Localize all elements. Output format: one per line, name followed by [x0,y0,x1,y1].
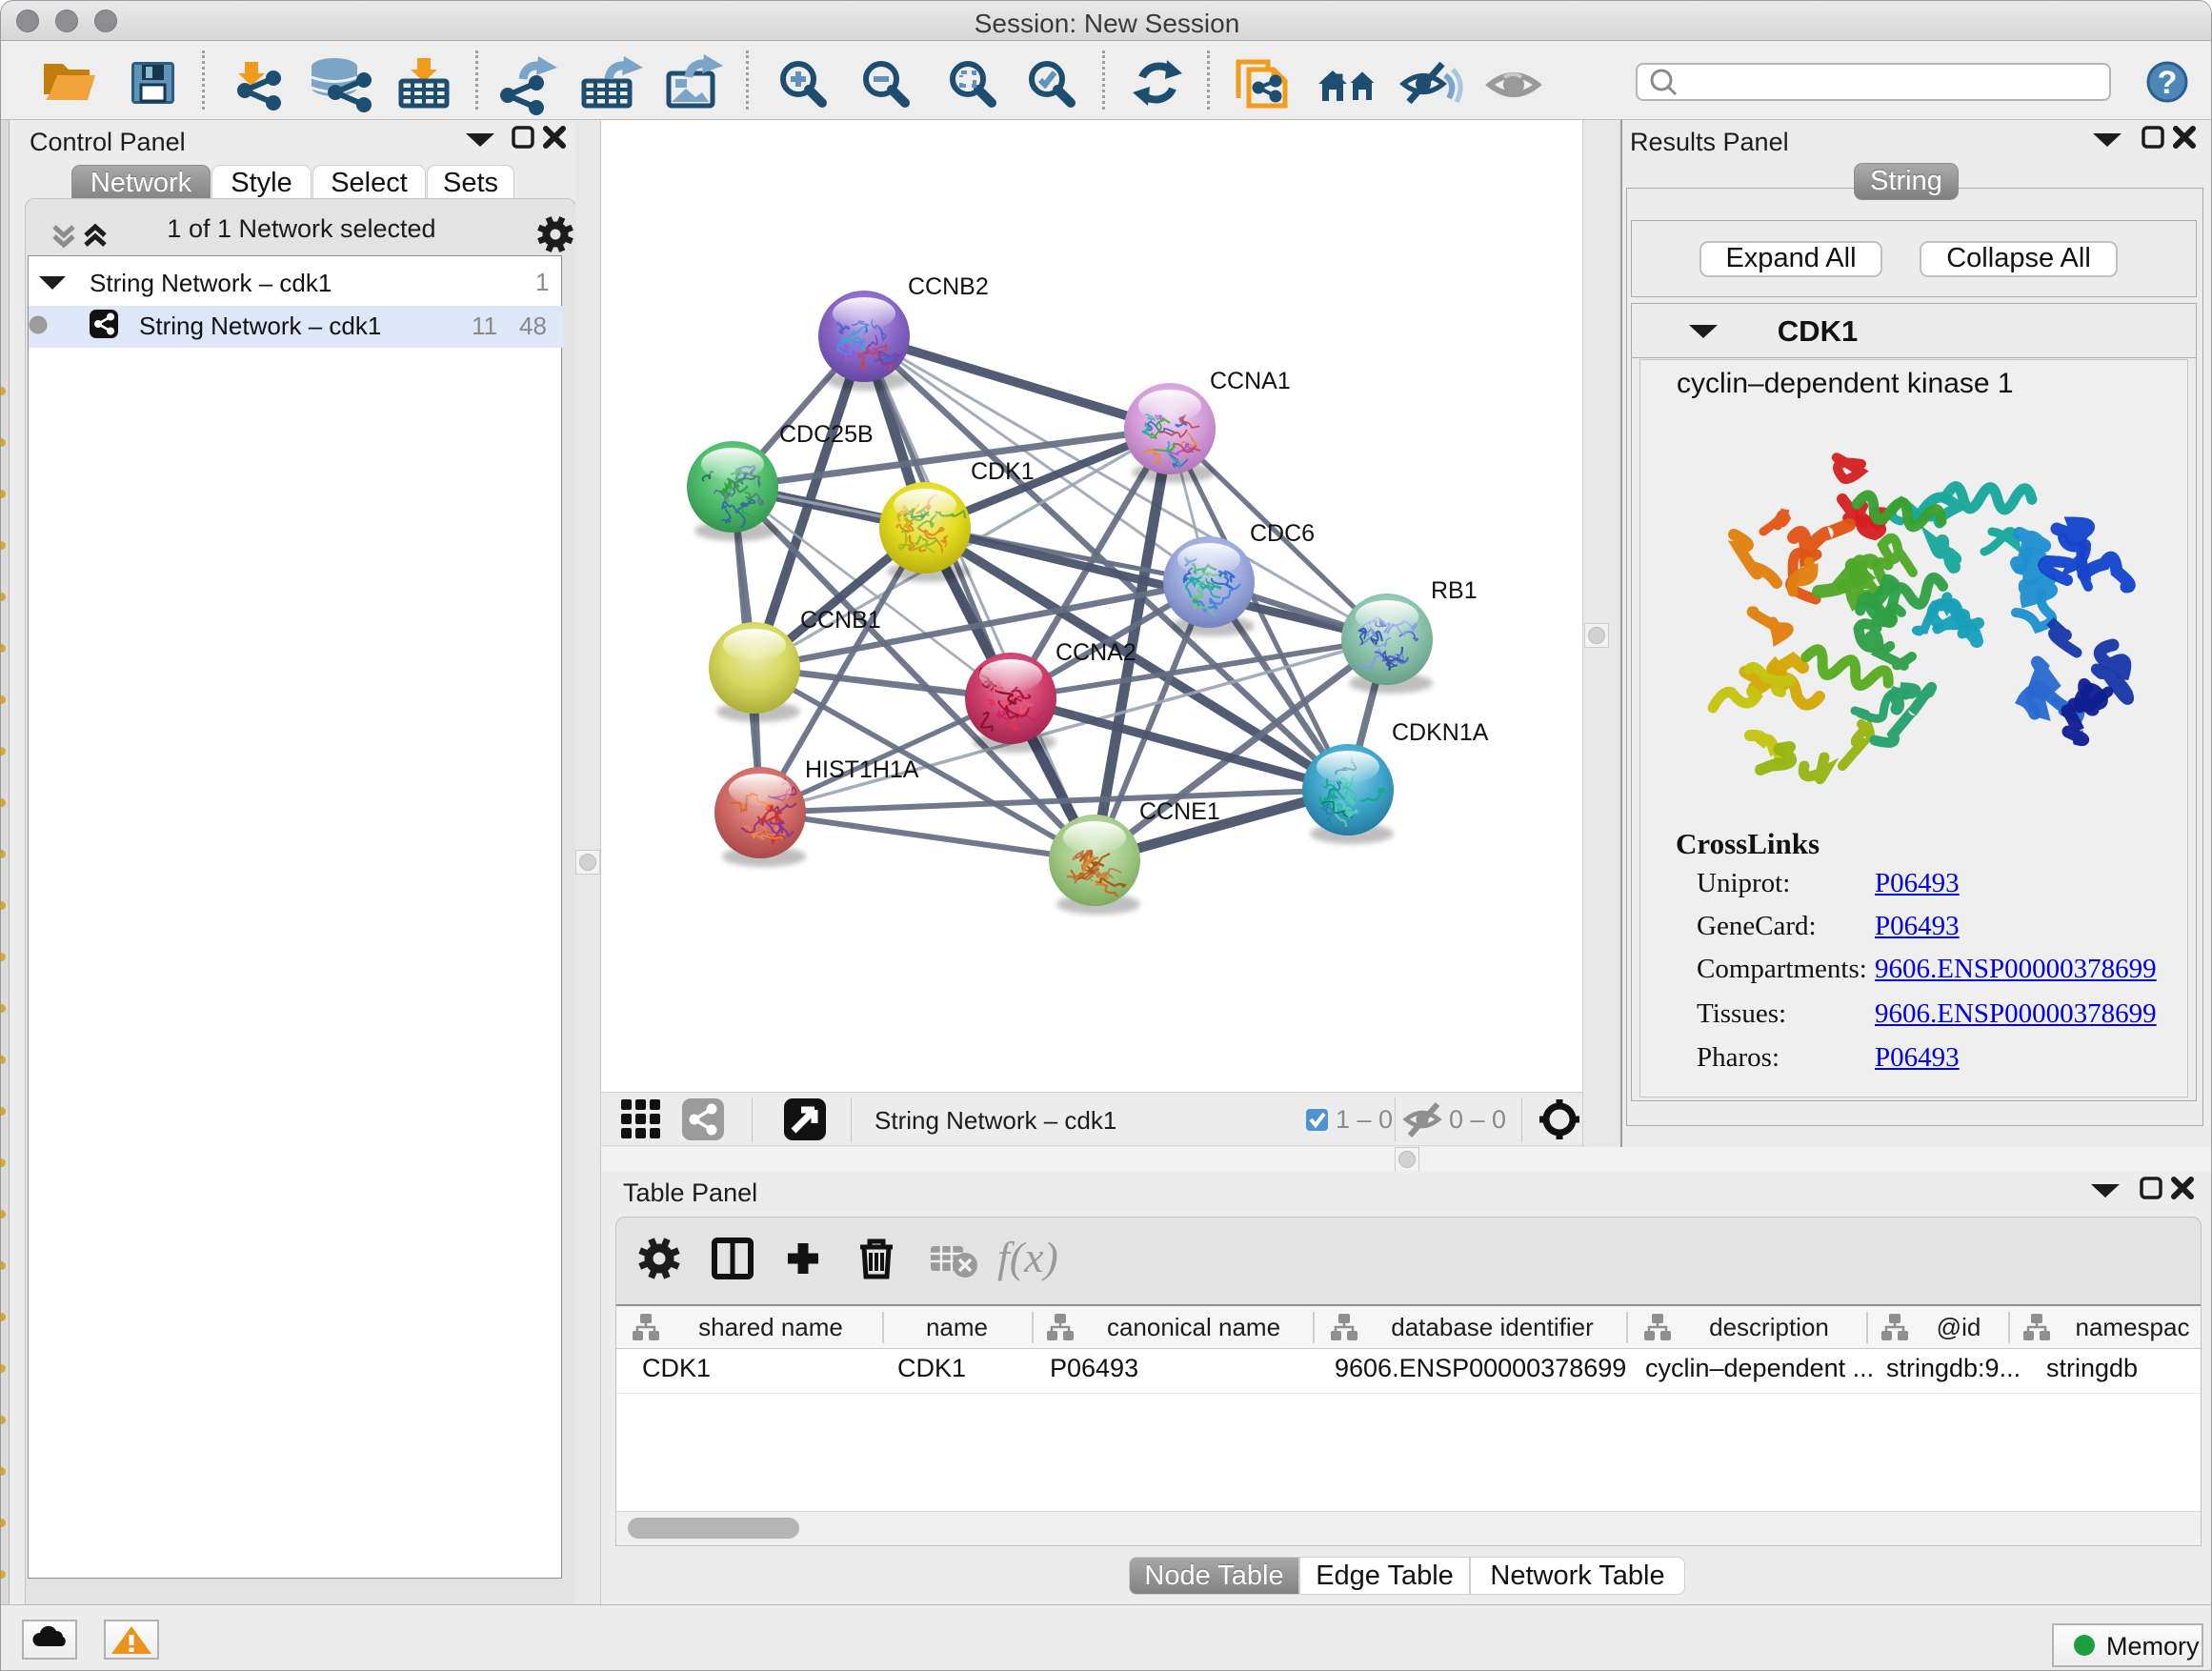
svg-text:f(x): f(x) [997,1233,1058,1281]
svg-text:?: ? [2158,65,2178,101]
